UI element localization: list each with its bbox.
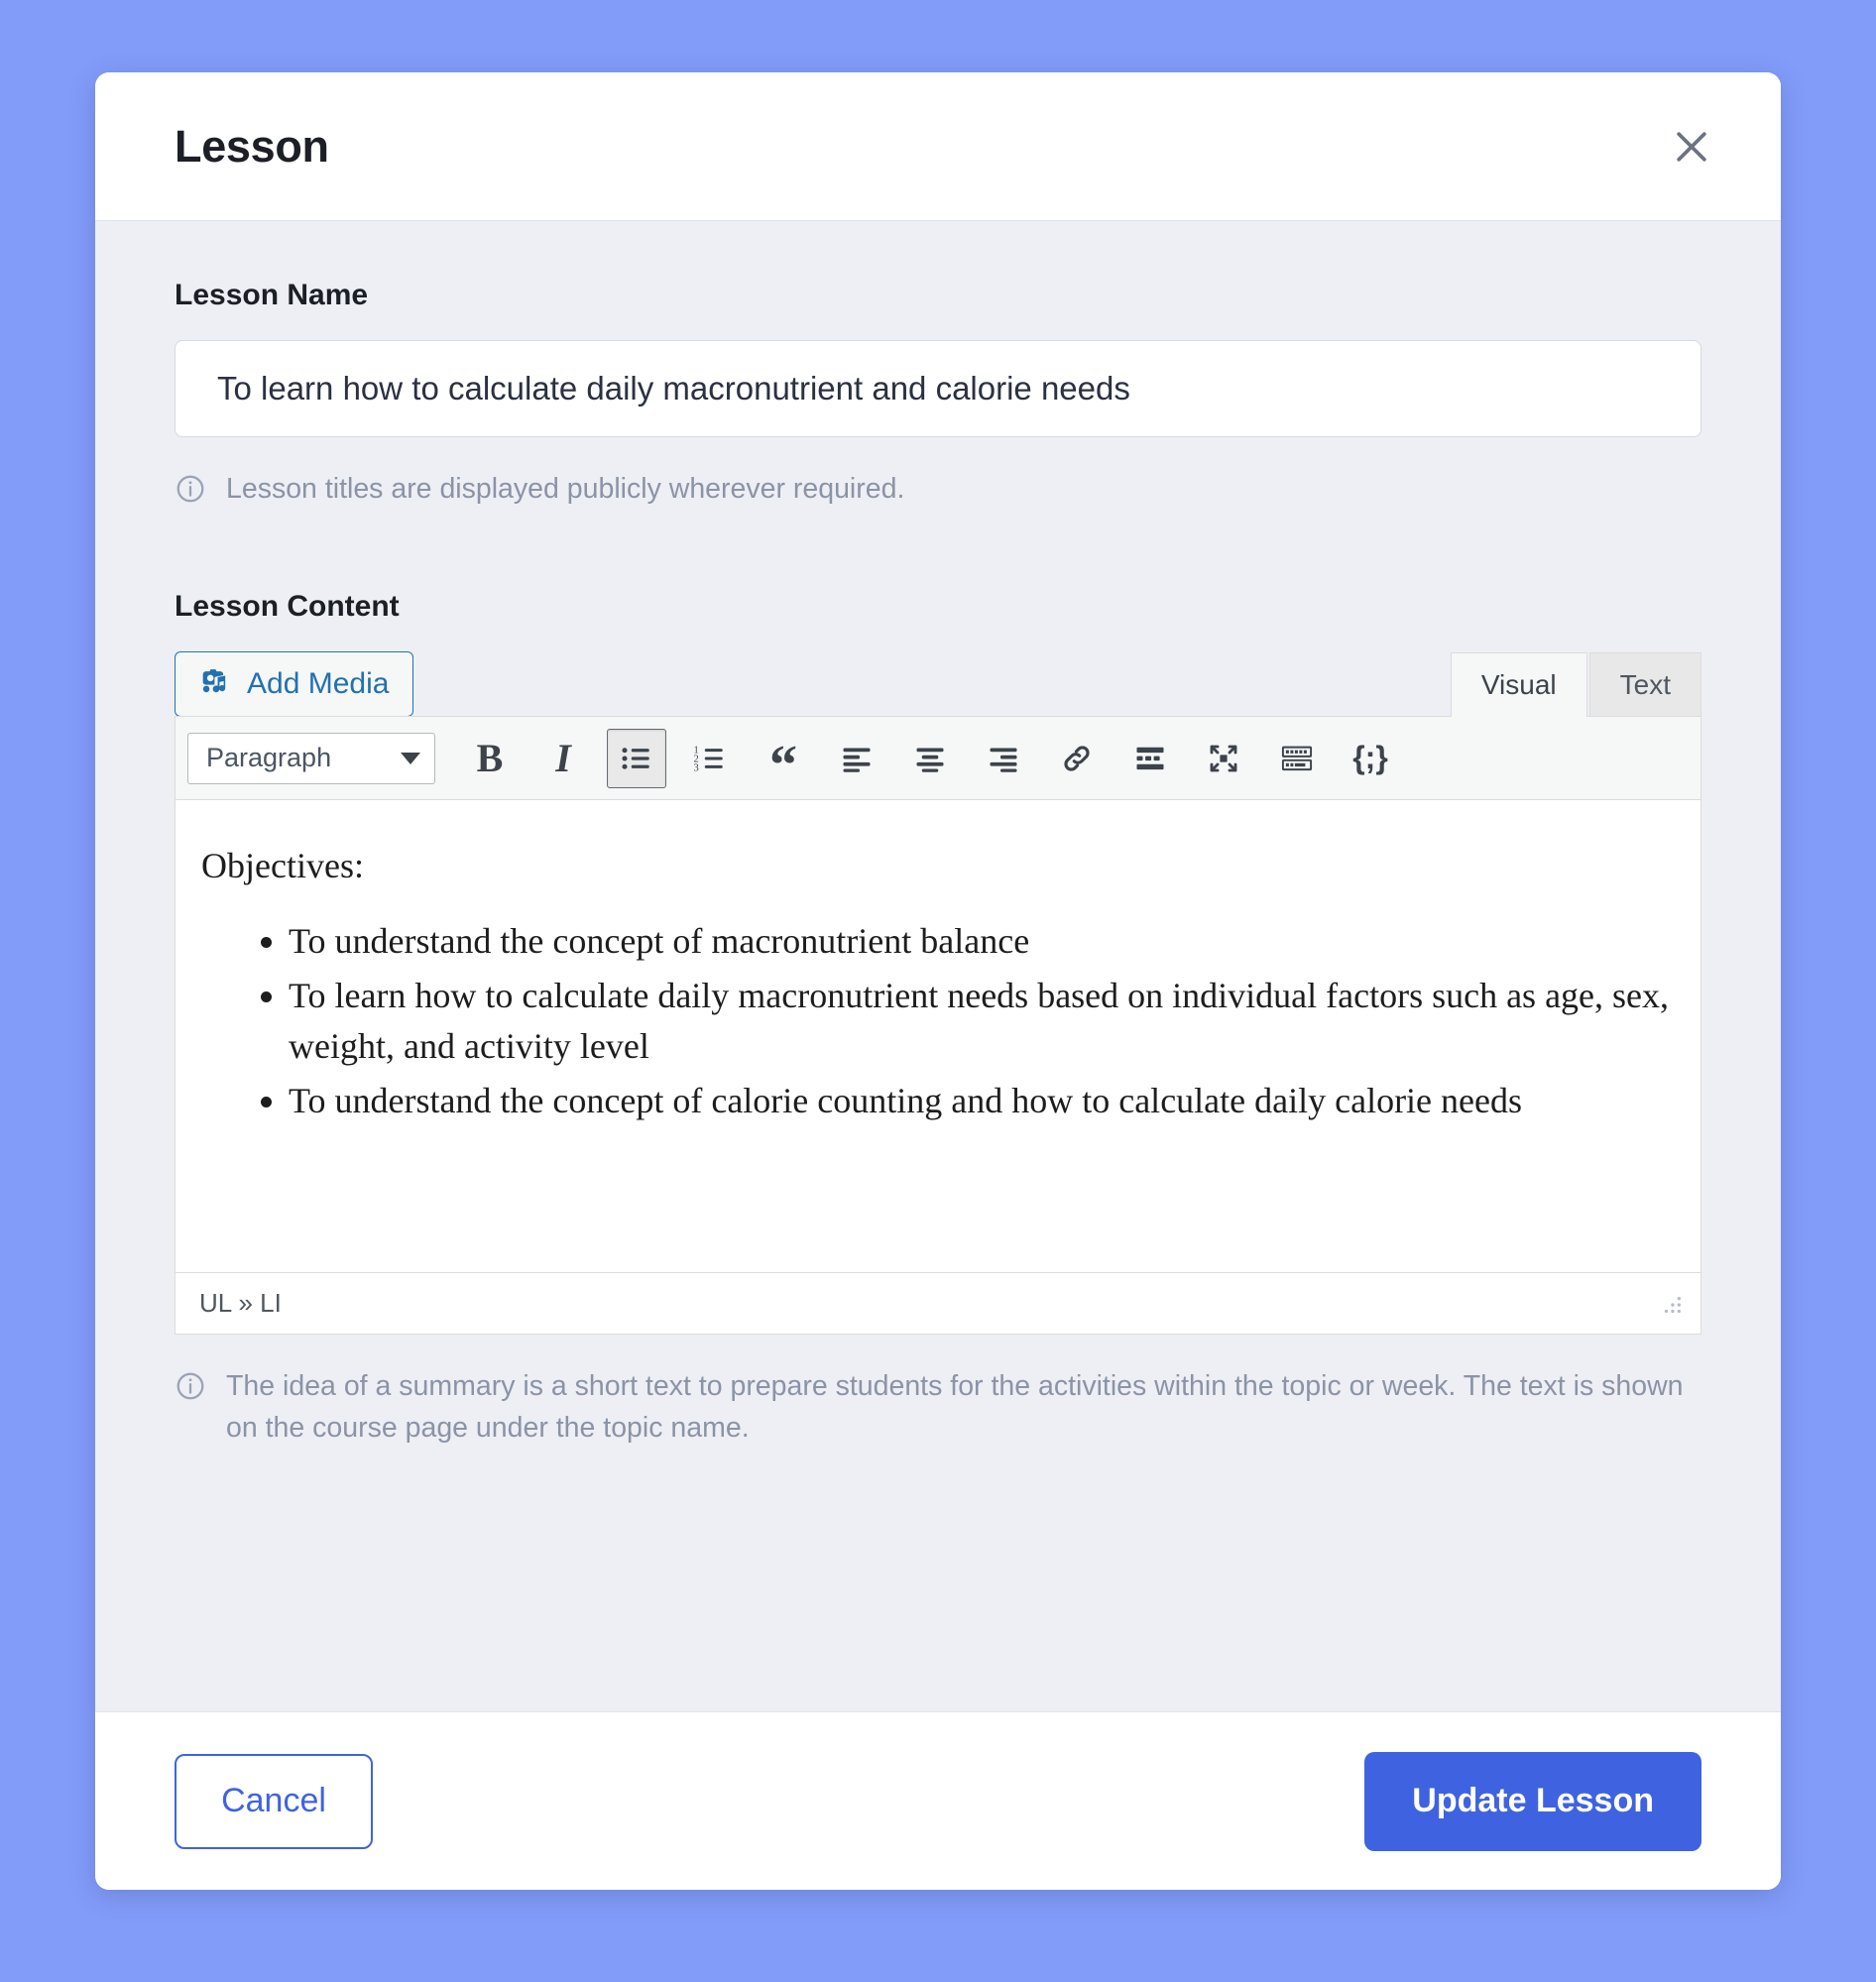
cancel-button[interactable]: Cancel bbox=[175, 1753, 373, 1849]
bulleted-list-icon[interactable] bbox=[607, 728, 666, 788]
add-media-button[interactable]: Add Media bbox=[175, 651, 414, 718]
italic-icon[interactable]: I bbox=[533, 729, 593, 788]
lesson-content-label: Lesson Content bbox=[175, 590, 400, 624]
italic-glyph: I bbox=[555, 736, 571, 781]
editor-toolbar: Paragraph B I 1 2 3 “ {;} bbox=[176, 717, 1700, 801]
editor-element-path: UL » LI bbox=[199, 1288, 282, 1319]
toolbar-toggle-keyboard-icon[interactable] bbox=[1267, 729, 1327, 788]
format-select-value: Paragraph bbox=[206, 743, 332, 773]
insert-read-more-icon[interactable] bbox=[1120, 729, 1180, 788]
format-select[interactable]: Paragraph bbox=[187, 732, 435, 784]
update-lesson-button[interactable]: Update Lesson bbox=[1364, 1751, 1701, 1851]
bold-glyph: B bbox=[476, 736, 504, 781]
source-code-glyph: {;} bbox=[1352, 740, 1388, 776]
lesson-name-input[interactable] bbox=[175, 340, 1701, 437]
insert-link-icon[interactable] bbox=[1047, 729, 1107, 788]
blockquote-icon[interactable]: “ bbox=[754, 729, 813, 797]
align-right-icon[interactable] bbox=[974, 729, 1033, 788]
page-title: Lesson bbox=[175, 120, 329, 172]
fullscreen-icon[interactable] bbox=[1194, 729, 1253, 788]
list-item: To understand the concept of macronutrie… bbox=[289, 916, 1675, 967]
info-circle-icon bbox=[175, 473, 206, 517]
tab-visual[interactable]: Visual bbox=[1450, 652, 1587, 718]
resize-grip-icon[interactable] bbox=[1661, 1293, 1683, 1315]
add-media-label: Add Media bbox=[247, 667, 390, 701]
blockquote-glyph: “ bbox=[769, 735, 797, 797]
list-item: To learn how to calculate daily macronut… bbox=[289, 971, 1675, 1072]
info-circle-icon bbox=[175, 1370, 206, 1414]
svg-text:3: 3 bbox=[694, 762, 699, 773]
lesson-name-hint-text: Lesson titles are displayed publicly whe… bbox=[226, 473, 905, 505]
editor-topbar: Add Media Visual Text bbox=[175, 651, 1701, 718]
align-left-icon[interactable] bbox=[827, 729, 886, 788]
modal-body: Lesson Name Lesson titles are displayed … bbox=[95, 221, 1781, 1711]
modal-header: Lesson bbox=[95, 72, 1781, 221]
chevron-down-icon bbox=[401, 752, 420, 764]
editor-intro-paragraph: Objectives: bbox=[201, 846, 364, 886]
lesson-content-hint-text: The idea of a summary is a short text to… bbox=[226, 1370, 1684, 1444]
numbered-list-icon[interactable]: 1 2 3 bbox=[680, 729, 740, 788]
lesson-name-label: Lesson Name bbox=[175, 279, 369, 311]
close-icon[interactable] bbox=[1664, 119, 1719, 175]
bold-icon[interactable]: B bbox=[460, 729, 520, 788]
editor-mode-tabs: Visual Text bbox=[1450, 652, 1701, 718]
lesson-content-hint: The idea of a summary is a short text to… bbox=[175, 1366, 1701, 1449]
editor-content-area[interactable]: Objectives: To understand the concept of… bbox=[176, 800, 1700, 1273]
lesson-name-hint: Lesson titles are displayed publicly whe… bbox=[175, 469, 1701, 517]
lesson-modal: Lesson Lesson Name Lesson titles are dis… bbox=[95, 72, 1781, 1890]
align-center-icon[interactable] bbox=[900, 729, 960, 788]
editor-objective-list: To understand the concept of macronutrie… bbox=[201, 916, 1675, 1126]
list-item: To understand the concept of calorie cou… bbox=[289, 1076, 1675, 1126]
tab-text[interactable]: Text bbox=[1588, 652, 1701, 718]
source-code-icon[interactable]: {;} bbox=[1341, 729, 1400, 788]
rich-text-editor: Paragraph B I 1 2 3 “ {;} Objectives: • … bbox=[175, 716, 1701, 1336]
camera-music-media-icon bbox=[197, 664, 231, 704]
modal-footer: Cancel Update Lesson bbox=[95, 1711, 1781, 1890]
editor-statusbar: UL » LI bbox=[176, 1272, 1700, 1335]
close-icon-glyph bbox=[1677, 131, 1706, 162]
